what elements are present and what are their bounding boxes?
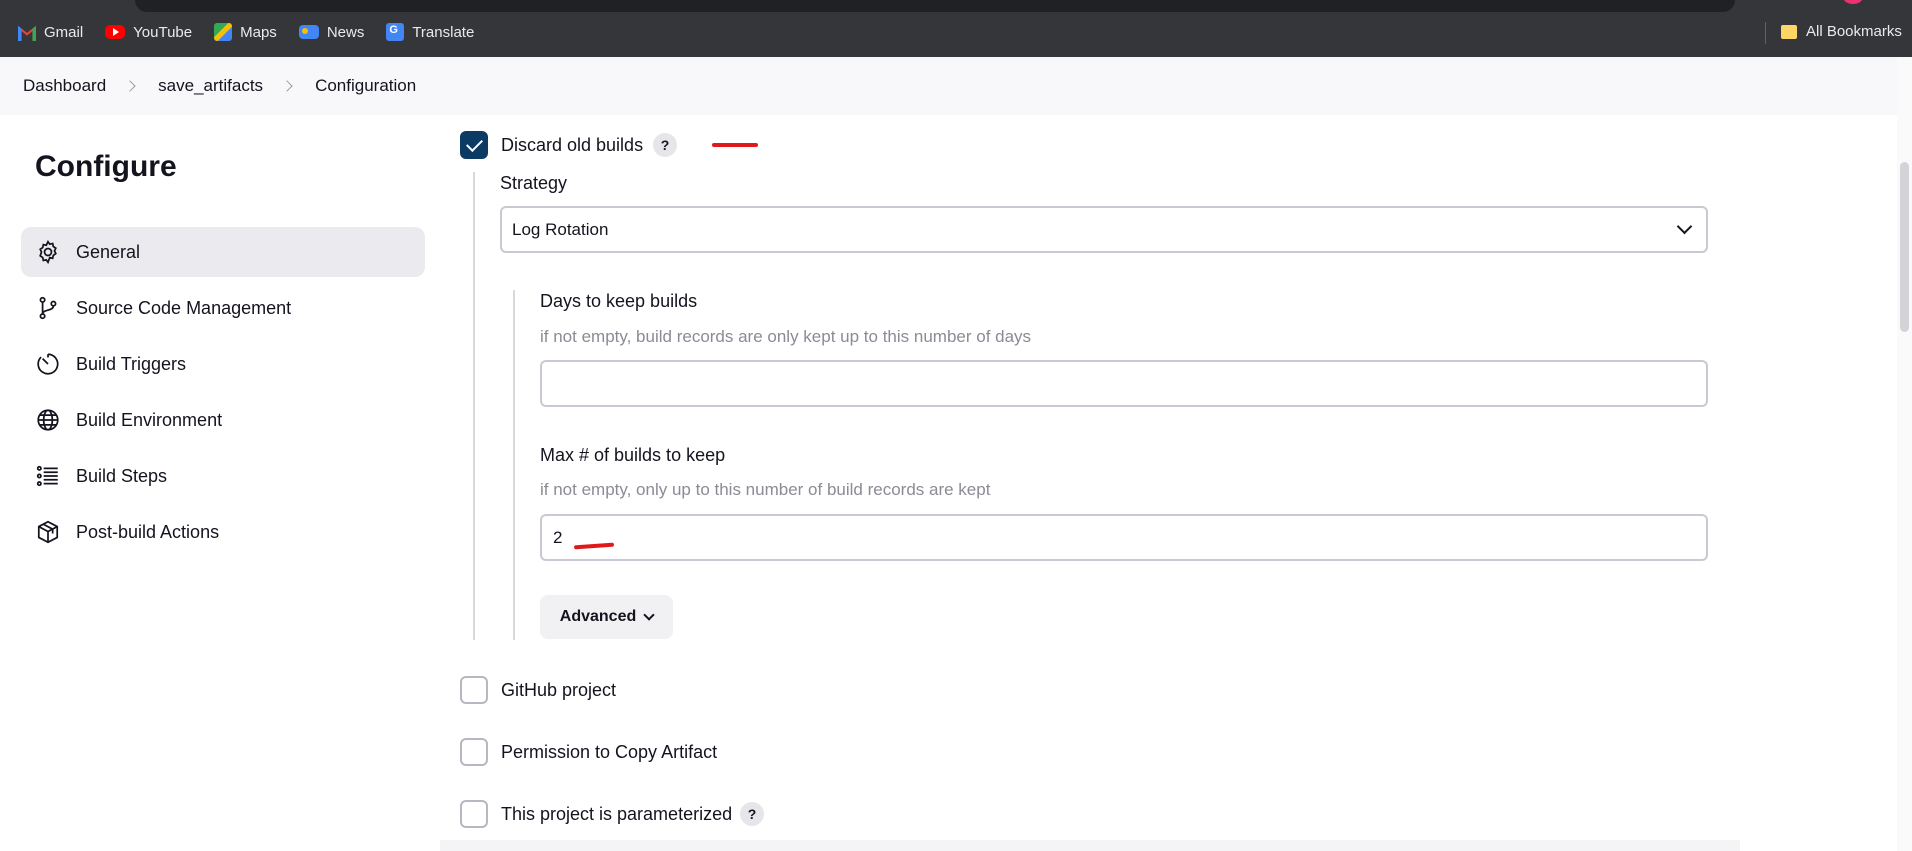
chevron-right-icon bbox=[124, 80, 136, 92]
breadcrumb: Dashboard save_artifacts Configuration bbox=[0, 57, 1912, 115]
discard-old-builds-checkbox[interactable] bbox=[460, 131, 488, 159]
breadcrumb-dashboard[interactable]: Dashboard bbox=[23, 76, 106, 96]
days-to-keep-input[interactable] bbox=[540, 360, 1708, 407]
all-bookmarks-button[interactable]: All Bookmarks bbox=[1781, 23, 1902, 40]
all-bookmarks-label: All Bookmarks bbox=[1806, 23, 1902, 40]
gear-icon bbox=[39, 239, 57, 265]
sidebar-item-label: Build Triggers bbox=[76, 353, 187, 374]
gmail-icon bbox=[18, 25, 36, 41]
chevron-right-icon bbox=[281, 80, 293, 92]
sidebar-item-source-code-management[interactable]: Source Code Management bbox=[21, 283, 425, 333]
bookmark-news[interactable]: News bbox=[298, 23, 365, 41]
bookmark-youtube[interactable]: YouTube bbox=[105, 24, 192, 41]
parameterized-help-button[interactable]: ? bbox=[740, 802, 764, 826]
max-builds-label: Max # of builds to keep bbox=[540, 445, 726, 465]
sidebar-item-label: General bbox=[76, 241, 141, 262]
bookmark-label: Gmail bbox=[44, 23, 84, 41]
folder-icon bbox=[1781, 24, 1797, 39]
days-to-keep-description: if not empty, build records are only kep… bbox=[540, 327, 1032, 346]
bookmarks-divider bbox=[1765, 22, 1766, 44]
parameterized-checkbox[interactable] bbox=[460, 800, 488, 828]
bookmark-gmail[interactable]: Gmail bbox=[18, 23, 83, 41]
bookmark-label: Translate bbox=[412, 23, 475, 41]
profile-avatar[interactable] bbox=[1843, 0, 1863, 4]
bookmark-label: Maps bbox=[240, 23, 277, 41]
timer-icon bbox=[37, 353, 59, 375]
strategy-label: Strategy bbox=[500, 173, 568, 193]
sidebar-item-label: Post-build Actions bbox=[76, 521, 220, 542]
breadcrumb-job[interactable]: save_artifacts bbox=[158, 76, 263, 96]
sidebar-item-post-build-actions[interactable]: Post-build Actions bbox=[21, 507, 425, 557]
package-icon bbox=[37, 520, 59, 544]
sidebar-item-label: Source Code Management bbox=[76, 297, 292, 318]
advanced-label: Advanced bbox=[559, 608, 637, 625]
discard-old-builds-label: Discard old builds bbox=[501, 135, 644, 155]
github-project-label: GitHub project bbox=[501, 680, 617, 700]
sidebar-item-label: Build Steps bbox=[76, 465, 168, 486]
config-sidebar: General Source Code Management Build Tri… bbox=[21, 227, 425, 563]
chevron-down-icon bbox=[1676, 218, 1693, 235]
sidebar-item-build-steps[interactable]: Build Steps bbox=[21, 451, 425, 501]
discard-section-divider bbox=[473, 172, 475, 640]
browser-bookmarks-bar: Gmail YouTube Maps News Translate All Bo… bbox=[0, 0, 1912, 57]
annotation-underline bbox=[712, 143, 758, 147]
strategy-section-divider bbox=[513, 290, 515, 640]
bookmark-translate[interactable]: Translate bbox=[386, 23, 474, 41]
parameterized-label: This project is parameterized bbox=[501, 804, 733, 824]
page-scrollbar-thumb[interactable] bbox=[1900, 162, 1909, 332]
next-section-edge bbox=[440, 840, 1740, 851]
bookmark-label: YouTube bbox=[133, 23, 193, 41]
days-to-keep-label: Days to keep builds bbox=[540, 291, 698, 311]
sidebar-item-general[interactable]: General bbox=[21, 227, 425, 277]
discard-old-builds-help-button[interactable]: ? bbox=[653, 133, 677, 157]
list-icon bbox=[36, 465, 58, 487]
page-title: Configure bbox=[35, 150, 177, 183]
bookmark-label: News bbox=[326, 23, 365, 41]
chevron-down-icon bbox=[643, 609, 655, 621]
sidebar-item-label: Build Environment bbox=[76, 409, 223, 430]
bookmark-maps[interactable]: Maps bbox=[214, 23, 277, 41]
sidebar-item-build-environment[interactable]: Build Environment bbox=[21, 395, 425, 445]
strategy-selected-value: Log Rotation bbox=[512, 219, 609, 239]
github-project-checkbox[interactable] bbox=[460, 676, 488, 704]
maps-icon bbox=[214, 23, 233, 41]
sidebar-item-build-triggers[interactable]: Build Triggers bbox=[21, 339, 425, 389]
address-bar[interactable] bbox=[135, 0, 1735, 12]
globe-icon bbox=[37, 409, 59, 431]
news-icon bbox=[298, 25, 319, 39]
advanced-button[interactable]: Advanced bbox=[540, 595, 673, 639]
copy-artifact-label: Permission to Copy Artifact bbox=[501, 742, 718, 762]
max-builds-input[interactable]: 2 bbox=[540, 514, 1708, 561]
breadcrumb-configuration[interactable]: Configuration bbox=[315, 76, 416, 96]
copy-artifact-checkbox[interactable] bbox=[460, 738, 488, 766]
bookmarks-list: Gmail YouTube Maps News Translate bbox=[18, 23, 474, 41]
branch-icon bbox=[39, 296, 57, 320]
max-builds-description: if not empty, only up to this number of … bbox=[540, 480, 991, 499]
youtube-icon bbox=[105, 25, 126, 39]
strategy-select[interactable]: Log Rotation bbox=[500, 206, 1708, 253]
max-builds-value: 2 bbox=[553, 527, 563, 547]
translate-icon bbox=[386, 23, 405, 41]
